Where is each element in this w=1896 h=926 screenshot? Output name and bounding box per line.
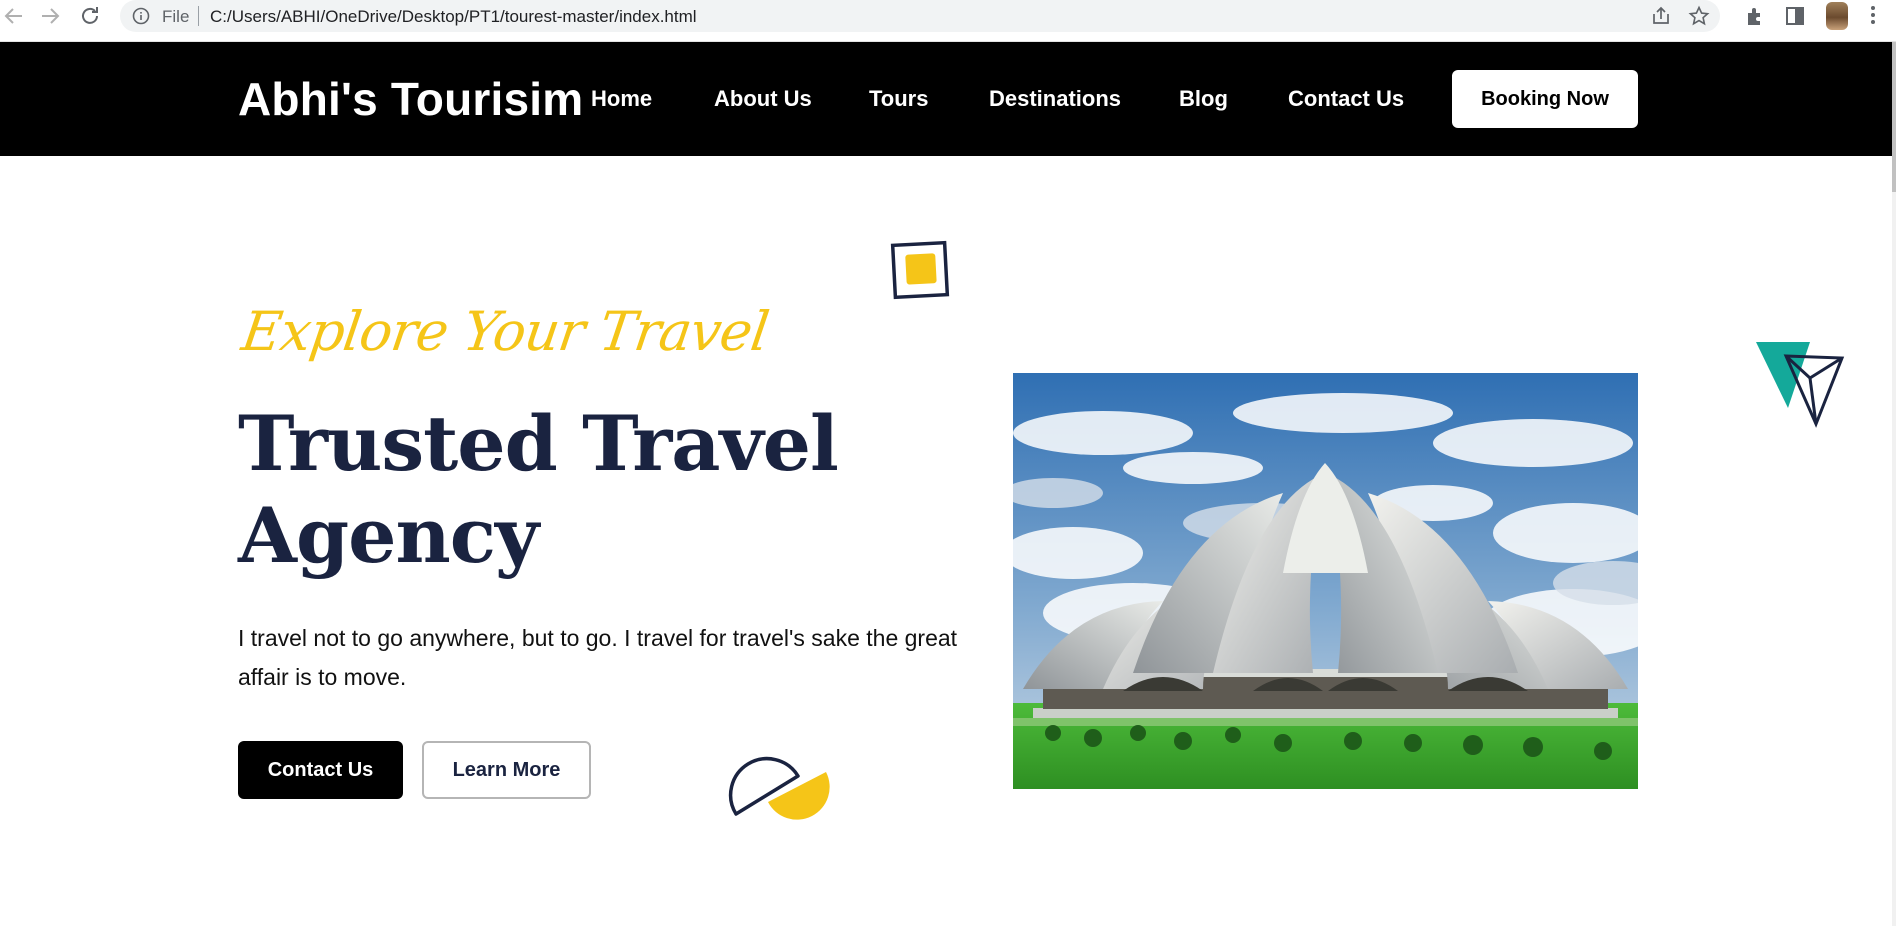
url-text[interactable]: C:/Users/ABHI/OneDrive/Desktop/PT1/toure… [210,7,697,27]
share-icon[interactable] [1650,5,1672,27]
nav-about-us[interactable]: About Us [714,86,812,112]
hero-title: Trusted Travel Agency [238,399,839,580]
nav-tours[interactable]: Tours [869,86,928,112]
booking-now-button[interactable]: Booking Now [1452,70,1638,128]
nav-blog[interactable]: Blog [1179,86,1228,112]
site-header: Abhi's Tourisim Home About Us Tours Dest… [0,42,1892,156]
triangle-shape-decoration [1756,342,1845,428]
reload-icon[interactable] [78,4,102,28]
star-icon[interactable] [1688,5,1710,27]
contact-us-button[interactable]: Contact Us [238,741,403,799]
page-scrollbar[interactable] [1892,42,1896,926]
divider [198,6,199,26]
site-logo[interactable]: Abhi's Tourisim [238,72,583,126]
kebab-menu-icon[interactable] [1870,4,1876,26]
address-bar[interactable]: File C:/Users/ABHI/OneDrive/Desktop/PT1/… [120,0,1720,32]
puzzle-icon[interactable] [1744,5,1766,27]
half-circle-shape-decoration [728,756,830,820]
profile-avatar[interactable] [1826,2,1848,30]
hero-tagline: Explore Your Travel [238,300,772,363]
back-arrow-icon[interactable] [2,4,26,28]
file-label: File [162,7,190,26]
learn-more-button[interactable]: Learn More [422,741,591,799]
square-shape-decoration [890,240,950,300]
scrollbar-thumb[interactable] [1892,42,1896,192]
nav-home[interactable]: Home [591,86,652,112]
nav-destinations[interactable]: Destinations [989,86,1121,112]
forward-arrow-icon[interactable] [38,4,62,28]
info-icon[interactable] [132,7,150,25]
side-panel-icon[interactable] [1784,5,1806,27]
nav-contact-us[interactable]: Contact Us [1288,86,1404,112]
browser-toolbar: File C:/Users/ABHI/OneDrive/Desktop/PT1/… [0,0,1896,42]
hero-description: I travel not to go anywhere, but to go. … [238,625,958,690]
hero-image-lotus-temple [1013,373,1638,789]
